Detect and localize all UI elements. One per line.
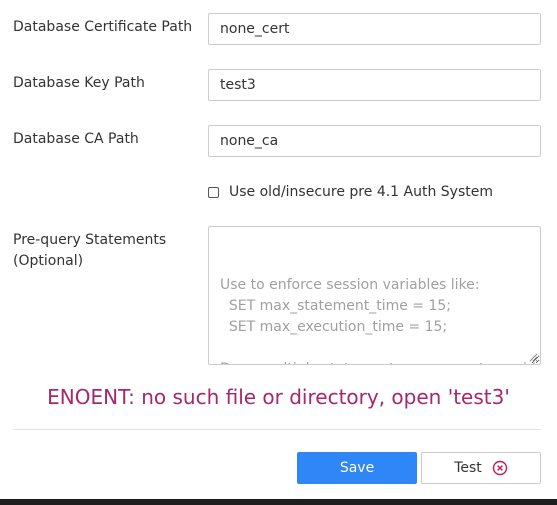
close-circle-icon [492,460,507,476]
pre-query-label-title: Pre-query Statements [13,232,167,248]
pre-query-label: Pre-query Statements (Optional) [13,230,166,272]
error-message: ENOENT: no such file or directory, open … [47,385,510,409]
old-auth-label[interactable]: Use old/insecure pre 4.1 Auth System [229,184,493,200]
pre-query-label-optional: (Optional) [13,253,84,269]
ca-path-input[interactable] [208,125,541,157]
pre-query-placeholder: Use to enforce session variables like: S… [220,277,536,364]
pre-query-textarea[interactable]: Use to enforce session variables like: S… [208,226,541,365]
ca-path-label: Database CA Path [13,131,139,147]
key-path-input[interactable] [208,69,541,101]
old-auth-checkbox[interactable] [208,186,219,198]
test-button-label: Test [454,460,482,476]
connection-settings-form: Database Certificate Path Database Key P… [0,0,557,505]
cert-path-label: Database Certificate Path [13,19,193,35]
divider [13,429,541,430]
save-button-label: Save [339,460,375,476]
old-auth-option[interactable]: Use old/insecure pre 4.1 Auth System [208,181,493,203]
save-button[interactable]: Save [297,452,417,484]
cert-path-input[interactable] [208,13,541,45]
resize-grip-icon[interactable] [528,352,538,362]
test-button[interactable]: Test [421,452,541,484]
bottom-bar [0,499,557,505]
key-path-label: Database Key Path [13,75,145,91]
